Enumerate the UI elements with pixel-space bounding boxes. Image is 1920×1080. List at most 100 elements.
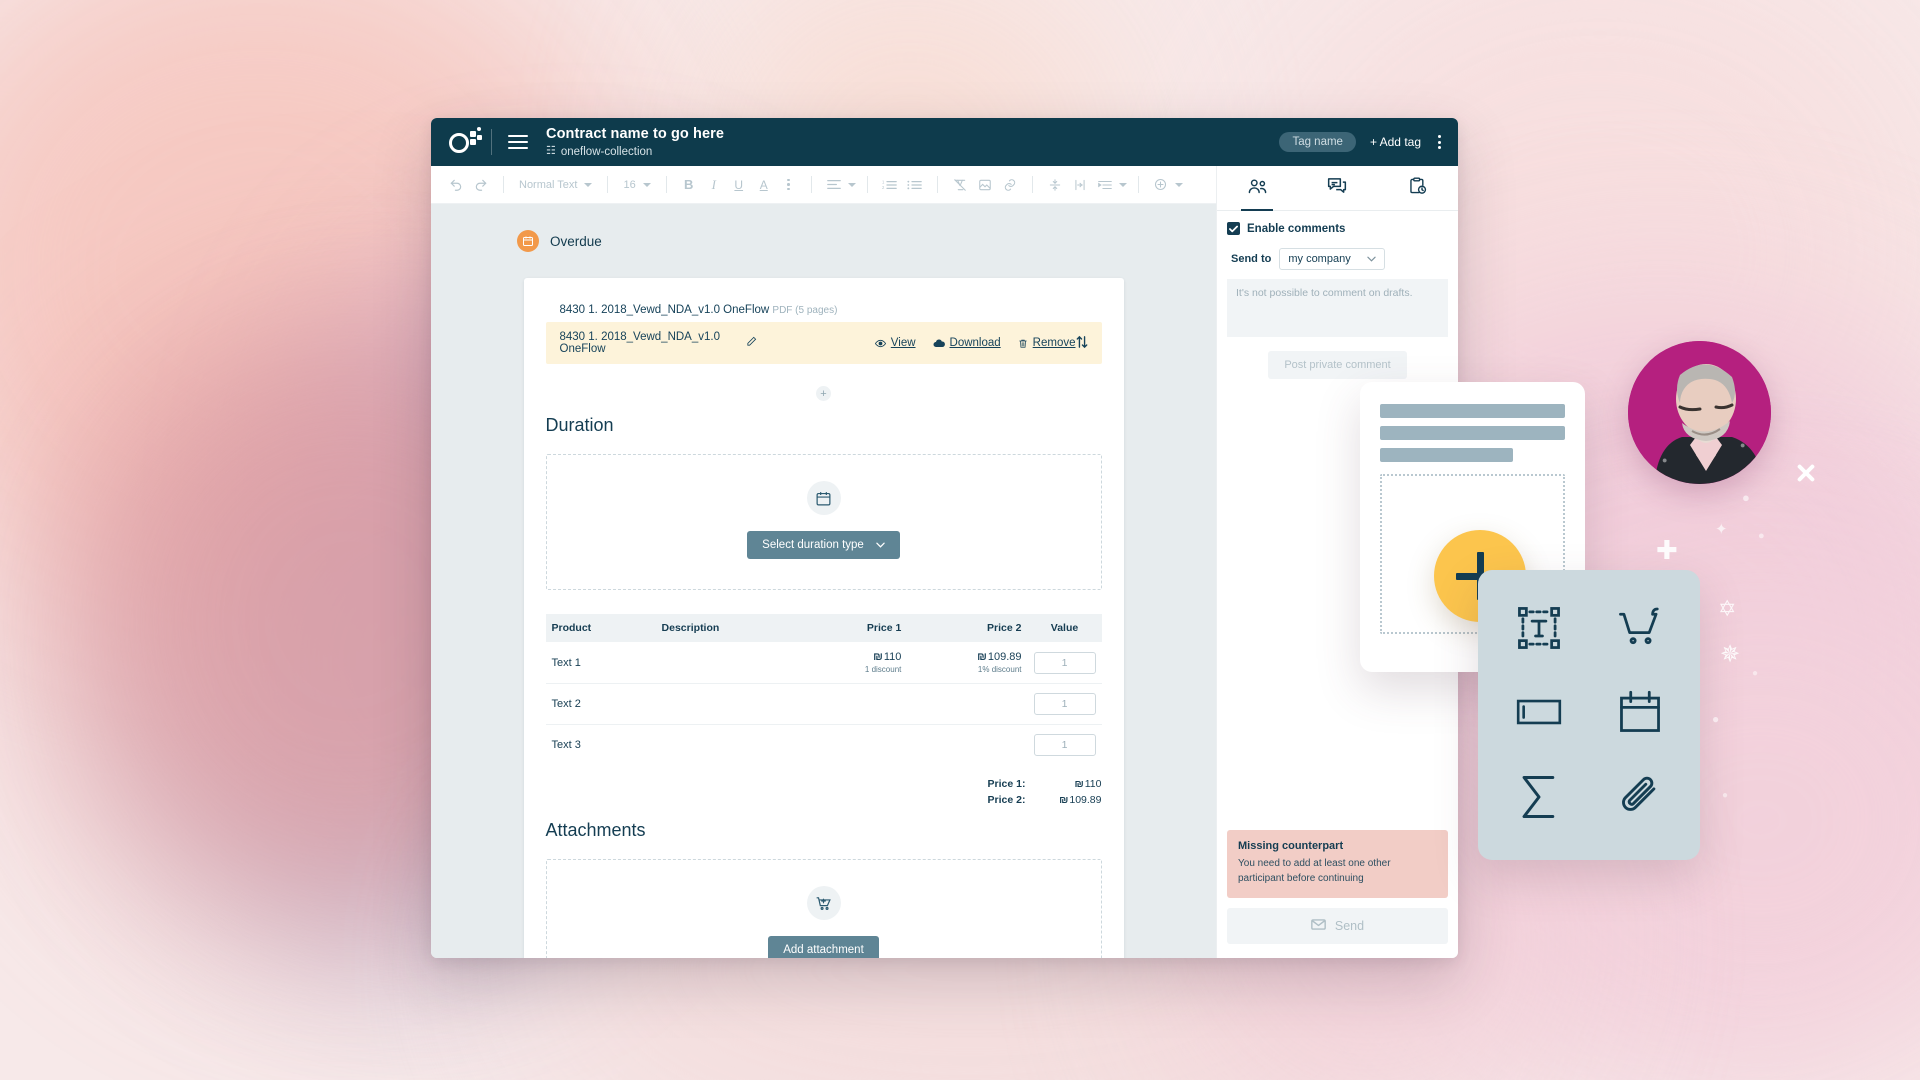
chevron-down-icon — [642, 182, 651, 187]
remove-button[interactable]: Remove — [1018, 337, 1076, 349]
sidebar-tabs — [1217, 166, 1458, 211]
sum-sigma-icon — [1517, 774, 1561, 825]
file-row[interactable]: 8430 1. 2018_Vewd_NDA_v1.0 OneFlow View — [545, 322, 1102, 364]
products-table-head: Product Description Price 1 Price 2 Valu… — [545, 614, 1102, 642]
send-button[interactable]: Send — [1227, 908, 1448, 944]
insert-icon[interactable] — [1150, 174, 1172, 196]
sort-arrows-icon[interactable] — [1076, 335, 1088, 352]
missing-counterpart-warning: Missing counterpart You need to add at l… — [1227, 830, 1448, 898]
products-table: Product Description Price 1 Price 2 Valu… — [545, 614, 1102, 766]
warning-title: Missing counterpart — [1238, 840, 1344, 852]
align-icon[interactable] — [823, 174, 845, 196]
warning-body: You need to add at least one other parti… — [1238, 858, 1391, 884]
font-size-select[interactable]: 16 — [619, 179, 654, 191]
decor-sparkle: ● — [1740, 440, 1746, 450]
column-icon[interactable] — [1069, 174, 1091, 196]
quantity-input[interactable] — [1033, 651, 1096, 674]
cell-price-1 — [804, 683, 908, 725]
page-break-icon[interactable] — [1044, 174, 1066, 196]
paragraph-style-select[interactable]: Normal Text — [515, 179, 596, 191]
file-meta: PDF (5 pages) — [772, 305, 838, 316]
collection-icon: ☷ — [546, 145, 556, 158]
chevron-down-icon[interactable] — [1118, 182, 1127, 187]
enable-comments-checkbox[interactable] — [1227, 222, 1240, 235]
attachments-dropzone[interactable]: Add attachment — [545, 859, 1102, 958]
app-window: Contract name to go here ☷ oneflow-colle… — [431, 118, 1458, 958]
pencil-icon[interactable] — [746, 336, 757, 350]
tab-audit-trail[interactable] — [1378, 166, 1458, 210]
quantity-input[interactable] — [1033, 734, 1096, 756]
undo-icon[interactable] — [445, 174, 467, 196]
editor-toolbar: Normal Text 16 B I U A 1 2 — [431, 166, 1216, 204]
total-row-price-1: Price 1: ₪ 110 — [546, 778, 1102, 790]
bold-button[interactable]: B — [678, 174, 700, 196]
select-duration-type-button[interactable]: Select duration type — [747, 531, 900, 559]
plus-icon[interactable]: + — [816, 386, 831, 401]
cell-description — [656, 725, 805, 766]
tab-participants[interactable] — [1217, 166, 1297, 211]
table-row[interactable]: Text 2 — [545, 683, 1102, 725]
table-header-row: Product Description Price 1 Price 2 Valu… — [545, 614, 1102, 642]
price-2-discount: 1% discount — [977, 665, 1022, 674]
add-tag-button[interactable]: + Add tag — [1370, 135, 1421, 149]
comment-textarea[interactable]: It's not possible to comment on drafts. — [1227, 279, 1448, 337]
redo-icon[interactable] — [470, 174, 492, 196]
status-badge: Overdue — [517, 230, 1216, 252]
input-box-icon — [1516, 698, 1562, 731]
view-button[interactable]: View — [874, 337, 916, 349]
hamburger-menu-icon[interactable] — [508, 135, 528, 149]
decor-sparkle: ✵ — [1720, 641, 1741, 668]
price-2-value: 109.89 — [987, 651, 1022, 663]
cell-price-2 — [907, 725, 1027, 766]
enable-comments-row[interactable]: Enable comments — [1227, 222, 1448, 235]
table-row[interactable]: Text 3 — [546, 725, 1102, 766]
chevron-down-icon[interactable] — [1174, 182, 1183, 187]
duration-dropzone[interactable]: Select duration type — [545, 454, 1102, 590]
document-scroll-area[interactable]: Overdue 8430 1. 2018_Vewd_NDA_v1.0 OneFl… — [431, 204, 1216, 958]
currency-symbol: ₪ — [1059, 794, 1068, 806]
more-text-options-icon[interactable] — [778, 174, 800, 196]
header-actions: Tag name + Add tag — [1279, 132, 1444, 152]
currency-symbol: ₪ — [977, 651, 987, 663]
people-icon — [1247, 178, 1268, 199]
clear-formatting-icon[interactable] — [949, 174, 971, 196]
remove-label: Remove — [1032, 337, 1076, 349]
post-private-comment-button[interactable]: Post private comment — [1268, 351, 1407, 379]
indent-icon[interactable] — [1094, 174, 1116, 196]
add-attachment-button[interactable]: Add attachment — [768, 936, 879, 958]
kebab-menu-icon[interactable] — [1435, 132, 1444, 152]
chevron-down-icon[interactable] — [847, 182, 856, 187]
contract-title: Contract name to go here — [546, 125, 725, 142]
total-label: Price 2: — [987, 794, 1026, 806]
insert-block-divider[interactable]: + — [546, 386, 1102, 401]
cell-value — [1027, 642, 1102, 684]
cell-price-2: ₪ 109.89 1% discount — [907, 642, 1028, 684]
ordered-list-icon[interactable]: 12 — [879, 174, 901, 196]
cell-description — [655, 642, 805, 684]
download-button[interactable]: Download — [933, 337, 1001, 349]
image-icon[interactable] — [974, 174, 996, 196]
enable-comments-label: Enable comments — [1247, 222, 1346, 235]
currency-symbol: ₪ — [1074, 778, 1083, 790]
attachments-heading: Attachments — [545, 820, 646, 840]
send-to-select[interactable]: my company — [1279, 248, 1385, 270]
italic-button[interactable]: I — [703, 174, 725, 196]
svg-text:2: 2 — [882, 185, 885, 190]
products-table-body: Text 1 ₪ 110 1 discount ₪ 109.89 1% discou… — [545, 642, 1102, 766]
currency-symbol: ₪ — [873, 651, 883, 663]
tab-comments[interactable] — [1297, 166, 1377, 210]
tag-chip[interactable]: Tag name — [1279, 132, 1356, 152]
svg-text:1: 1 — [882, 179, 885, 184]
link-icon[interactable] — [999, 174, 1021, 196]
oneflow-logo[interactable] — [449, 127, 483, 157]
quantity-input[interactable] — [1033, 693, 1096, 715]
underline-button[interactable]: U — [728, 174, 750, 196]
chevron-down-icon — [584, 182, 593, 187]
decor-icon-palette — [1478, 570, 1700, 860]
text-color-button[interactable]: A — [753, 174, 775, 196]
cell-description — [655, 683, 805, 725]
bullet-list-icon[interactable] — [904, 174, 926, 196]
cell-product: Text 1 — [545, 642, 656, 684]
paragraph-style-value: Normal Text — [519, 178, 578, 191]
table-row[interactable]: Text 1 ₪ 110 1 discount ₪ 109.89 1% discou… — [545, 642, 1102, 684]
